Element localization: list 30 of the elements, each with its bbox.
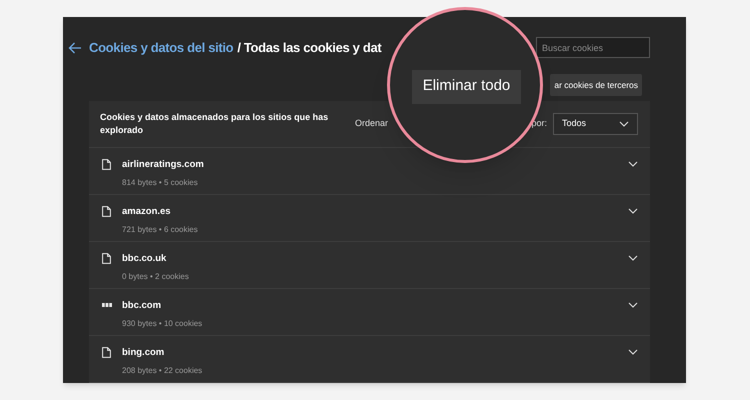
back-arrow-icon[interactable] [68,42,82,54]
list-description: Cookies y datos almacenados para los sitios que has explorado [100,110,330,137]
document-icon [102,206,111,216]
chevron-down-icon[interactable] [628,302,638,308]
site-name: bbc.com [122,299,162,313]
document-icon [102,346,111,358]
site-logo-icon [102,303,112,307]
document-icon [102,252,111,264]
site-details: 0 bytes • 2 cookies [122,271,190,284]
site-name: bing.com [122,346,166,360]
delete-all-button[interactable]: Eliminar todo [412,70,522,104]
site-details: 721 bytes • 6 cookies [122,224,199,236]
document-icon [102,158,111,170]
filter-dropdown[interactable]: Todos [553,113,638,135]
chevron-down-icon[interactable] [628,161,638,167]
page-title: / Todas las cookies y dat [237,38,382,57]
chevron-down-icon [619,121,629,127]
site-name: amazon.es [122,205,172,219]
site-details: 930 bytes • 10 cookies [122,318,204,330]
site-details: 208 bytes • 22 cookies [122,365,204,378]
chevron-down-icon[interactable] [628,349,638,355]
site-name: bbc.co.uk [122,252,168,266]
breadcrumb-link[interactable]: Cookies y datos del sitio [89,38,234,58]
chevron-down-icon[interactable] [628,208,638,214]
third-party-cookies-button[interactable]: ar cookies de terceros [550,74,642,96]
chevron-down-icon[interactable] [628,255,638,261]
sort-label: Ordenar [355,117,388,130]
site-details: 814 bytes • 5 cookies [122,177,199,190]
search-field[interactable]: Buscar cookies [536,37,650,58]
site-name: airlineratings.com [122,158,205,172]
